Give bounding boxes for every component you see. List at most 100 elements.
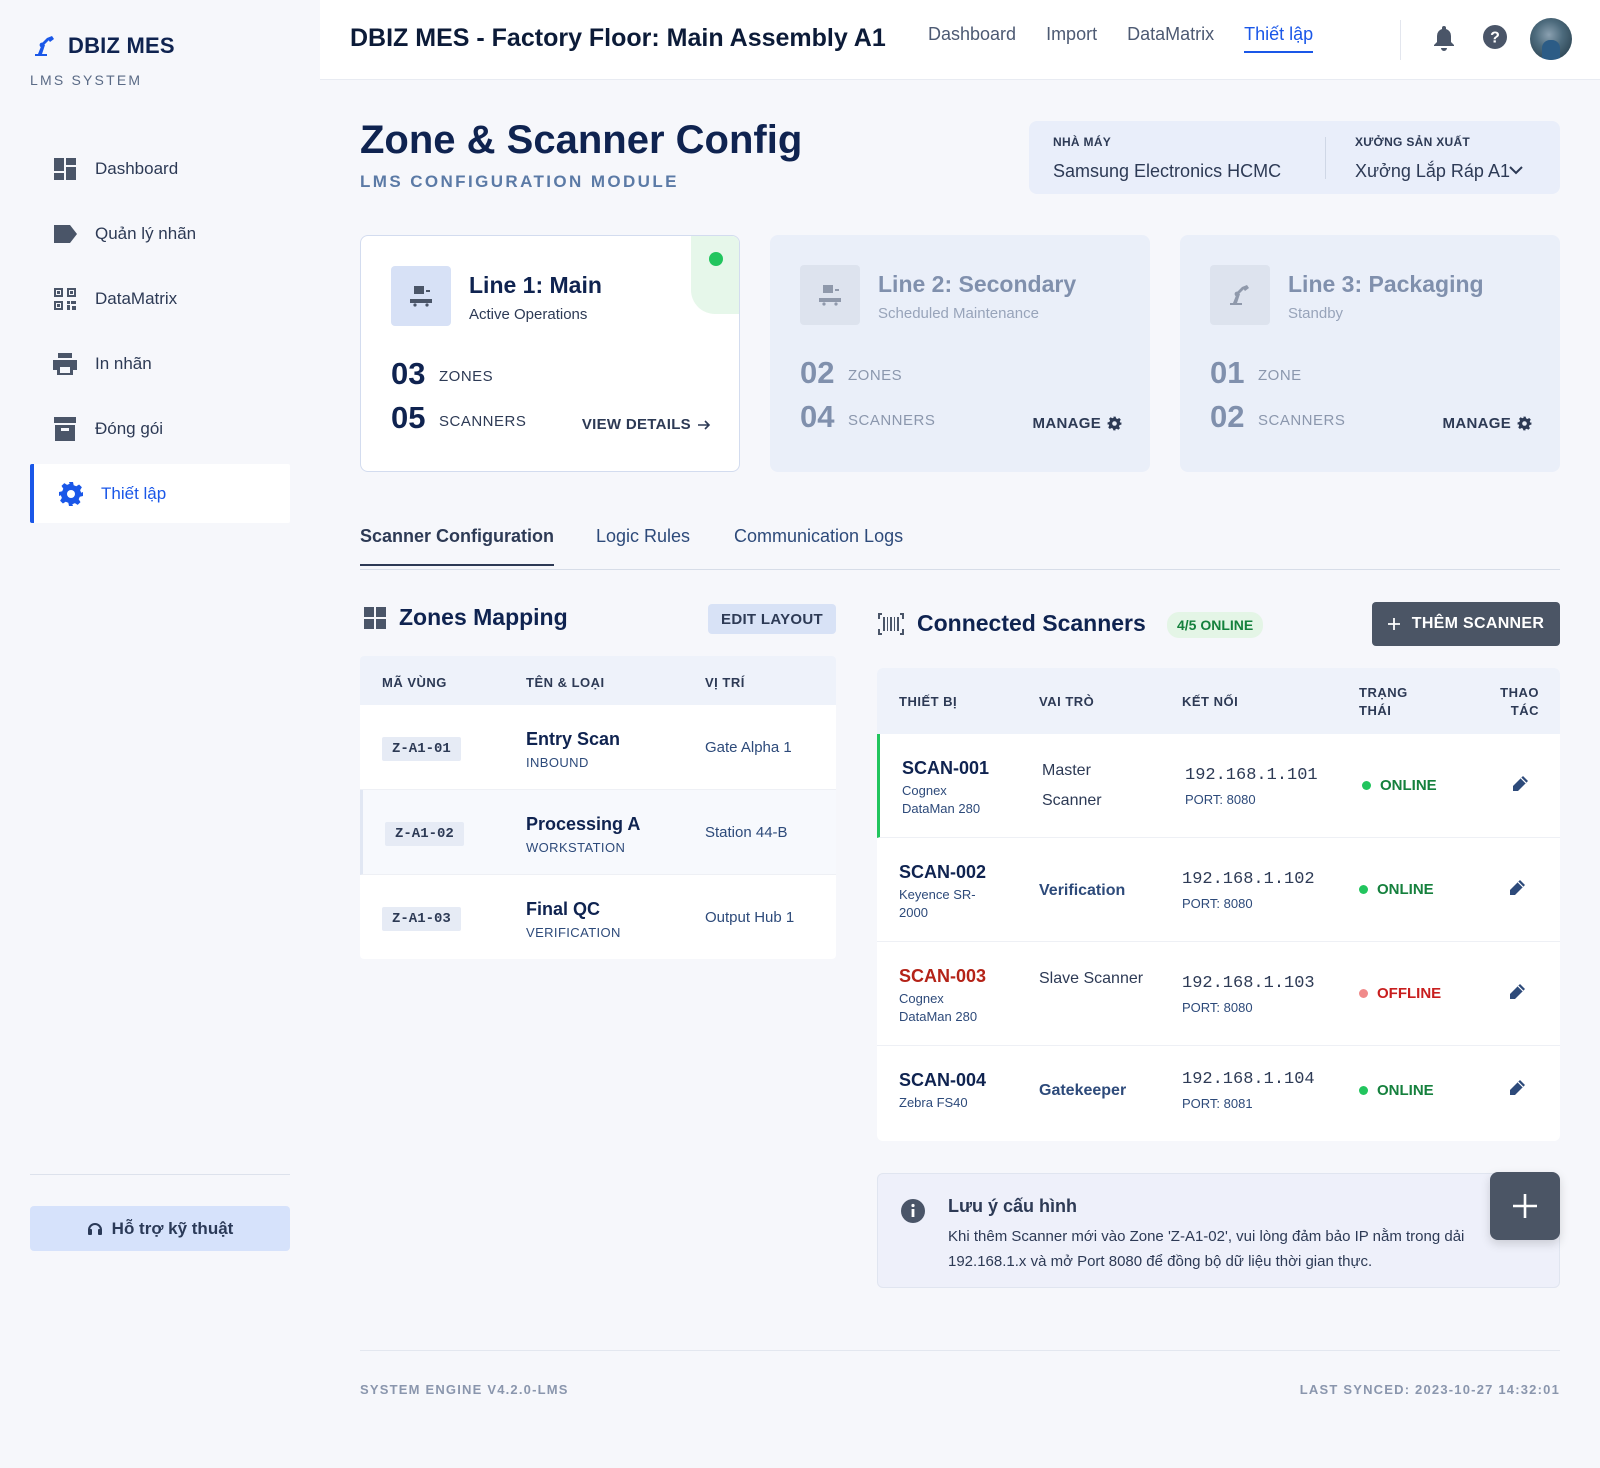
pencil-icon[interactable] [1507, 982, 1527, 1002]
robot-arm-icon [32, 33, 58, 59]
status-badge: ONLINE [1359, 881, 1434, 898]
scanner-model: Cognex DataMan 280 [902, 783, 981, 816]
table-row[interactable]: SCAN-001 Cognex DataMan 280 Master Scann… [877, 734, 1560, 838]
factory-select[interactable]: NHÀ MÁY Samsung Electronics HCMC [1053, 135, 1281, 182]
sidebar-item-datamatrix[interactable]: DataMatrix [30, 269, 290, 328]
line-card-main[interactable]: Line 1: Main Active Operations 03 ZONES … [360, 235, 740, 472]
table-row[interactable]: Z-A1-01 Entry Scan INBOUND Gate Alpha 1 [360, 705, 836, 790]
scanner-model: Keyence SR-2000 [899, 887, 976, 920]
qr-code-icon [52, 286, 78, 312]
barcode-icon [877, 612, 905, 636]
table-row[interactable]: SCAN-003 Cognex DataMan 280 Slave Scanne… [877, 942, 1560, 1046]
line-name: Line 3: Packaging [1288, 271, 1484, 297]
zone-code: Z-A1-03 [382, 907, 461, 931]
online-count-badge: 4/5 ONLINE [1167, 612, 1264, 638]
scanner-ip: 192.168.1.101 [1185, 766, 1318, 785]
gear-icon [1517, 416, 1532, 431]
line-name: Line 2: Secondary [878, 271, 1077, 297]
scanners-table-header: THIẾT BỊ VAI TRÒ KẾT NỐI TRẠNG THÁI THAO… [877, 668, 1560, 734]
top-nav-datamatrix[interactable]: DataMatrix [1127, 24, 1214, 53]
svg-text:?: ? [1490, 30, 1500, 47]
help-icon[interactable]: ? [1482, 24, 1508, 50]
active-status-dot [709, 252, 723, 266]
gear-icon [58, 481, 84, 507]
sidebar-item-print-label[interactable]: In nhãn [30, 334, 290, 393]
col-device: THIẾT BỊ [899, 694, 958, 709]
tech-support-label: Hỗ trợ kỹ thuật [111, 1218, 234, 1238]
add-scanner-button[interactable]: THÊM SCANNER [1372, 602, 1560, 646]
sidebar-item-label: Quản lý nhãn [95, 223, 197, 243]
status-badge: ONLINE [1359, 1082, 1434, 1099]
page-title: Zone & Scanner Config [360, 118, 803, 162]
col-connection: KẾT NỐI [1182, 694, 1239, 709]
sidebar-item-label: In nhãn [95, 353, 152, 373]
line-card-packaging[interactable]: Line 3: Packaging Standby 01 ZONE 02 SCA… [1180, 235, 1560, 472]
sidebar-item-dashboard[interactable]: Dashboard [30, 139, 290, 198]
scanners-count: 02 [1210, 399, 1245, 434]
sidebar-item-settings[interactable]: Thiết lập [30, 464, 290, 523]
pencil-icon[interactable] [1507, 1078, 1527, 1098]
manage-label: MANAGE [1442, 415, 1511, 432]
scanners-unit: SCANNERS [1258, 412, 1346, 429]
scanners-unit: SCANNERS [439, 413, 527, 430]
scanner-role: Gatekeeper [1039, 1082, 1127, 1099]
sidebar: DBIZ MES LMS SYSTEM Dashboard Quản lý nh… [0, 0, 320, 1468]
scanners-count: 05 [391, 400, 426, 435]
bell-icon[interactable] [1432, 24, 1456, 52]
tab-communication-logs[interactable]: Communication Logs [734, 526, 903, 547]
tab-scanner-configuration[interactable]: Scanner Configuration [360, 526, 555, 566]
pencil-icon[interactable] [1510, 774, 1530, 794]
edit-layout-button[interactable]: EDIT LAYOUT [708, 604, 836, 634]
sidebar-item-label: Dashboard [95, 158, 179, 178]
brand[interactable]: DBIZ MES [32, 33, 175, 59]
workshop-label: XƯỞNG SẢN XUẤT [1355, 135, 1471, 149]
pencil-icon[interactable] [1507, 878, 1527, 898]
plus-icon [1387, 618, 1400, 630]
zones-table-header: MÃ VÙNG TÊN & LOẠI VỊ TRÍ [360, 656, 836, 705]
factory-selector: NHÀ MÁY Samsung Electronics HCMC XƯỞNG S… [1029, 121, 1560, 194]
manage-button[interactable]: MANAGE [1033, 415, 1122, 432]
status-badge: OFFLINE [1359, 985, 1441, 1002]
manage-button[interactable]: MANAGE [1443, 415, 1532, 432]
table-row[interactable]: Z-A1-03 Final QC VERIFICATION Output Hub… [360, 875, 836, 959]
zones-mapping-title: Zones Mapping [399, 604, 568, 630]
table-row[interactable]: SCAN-004 Zebra FS40 Gatekeeper 192.168.1… [877, 1046, 1560, 1141]
manage-label: MANAGE [1032, 415, 1101, 432]
status-badge: ONLINE [1362, 777, 1437, 794]
workshop-value: Xưởng Lắp Ráp A1 [1355, 161, 1510, 181]
scanner-id: SCAN-002 [899, 862, 987, 882]
floating-add-button[interactable] [1490, 1172, 1560, 1240]
zone-type: VERIFICATION [526, 925, 621, 940]
conveyor-icon [800, 265, 860, 325]
table-row[interactable]: SCAN-002 Keyence SR-2000 Verification 19… [877, 838, 1560, 942]
zones-count: 02 [800, 355, 835, 390]
tech-support-button[interactable]: Hỗ trợ kỹ thuật [30, 1206, 290, 1251]
top-nav-settings[interactable]: Thiết lập [1244, 24, 1314, 53]
top-nav-dashboard[interactable]: Dashboard [928, 24, 1016, 53]
table-row[interactable]: Z-A1-02 Processing A WORKSTATION Station… [360, 790, 836, 875]
zone-name: Processing A [526, 814, 641, 834]
line-name: Line 1: Main [469, 272, 602, 298]
view-details-label: VIEW DETAILS [581, 416, 691, 433]
sidebar-nav: Dashboard Quản lý nhãn DataMatrix In nhã… [30, 139, 290, 529]
view-details-button[interactable]: VIEW DETAILS [582, 416, 711, 433]
info-icon [900, 1198, 926, 1224]
col-zone-code: MÃ VÙNG [382, 675, 447, 690]
scanner-role: Verification [1039, 882, 1126, 899]
line-card-secondary[interactable]: Line 2: Secondary Scheduled Maintenance … [770, 235, 1150, 472]
zone-name: Entry Scan [526, 729, 621, 749]
chevron-down-icon[interactable] [1509, 165, 1523, 175]
page-subtitle: LMS CONFIGURATION MODULE [360, 172, 679, 191]
line-status: Standby [1288, 305, 1344, 322]
workshop-select[interactable]: XƯỞNG SẢN XUẤT Xưởng Lắp Ráp A1 [1355, 135, 1510, 182]
factory-label: NHÀ MÁY [1053, 135, 1112, 149]
tab-logic-rules[interactable]: Logic Rules [596, 526, 690, 547]
col-name-type: TÊN & LOẠI [526, 675, 605, 690]
user-avatar[interactable] [1530, 18, 1572, 60]
scanner-model: Zebra FS40 [899, 1095, 968, 1110]
sidebar-item-packaging[interactable]: Đóng gói [30, 399, 290, 458]
top-nav-import[interactable]: Import [1046, 24, 1097, 53]
sidebar-item-label-management[interactable]: Quản lý nhãn [30, 204, 290, 263]
scanner-port: PORT: 8080 [1182, 1000, 1253, 1015]
top-divider [1400, 20, 1401, 60]
